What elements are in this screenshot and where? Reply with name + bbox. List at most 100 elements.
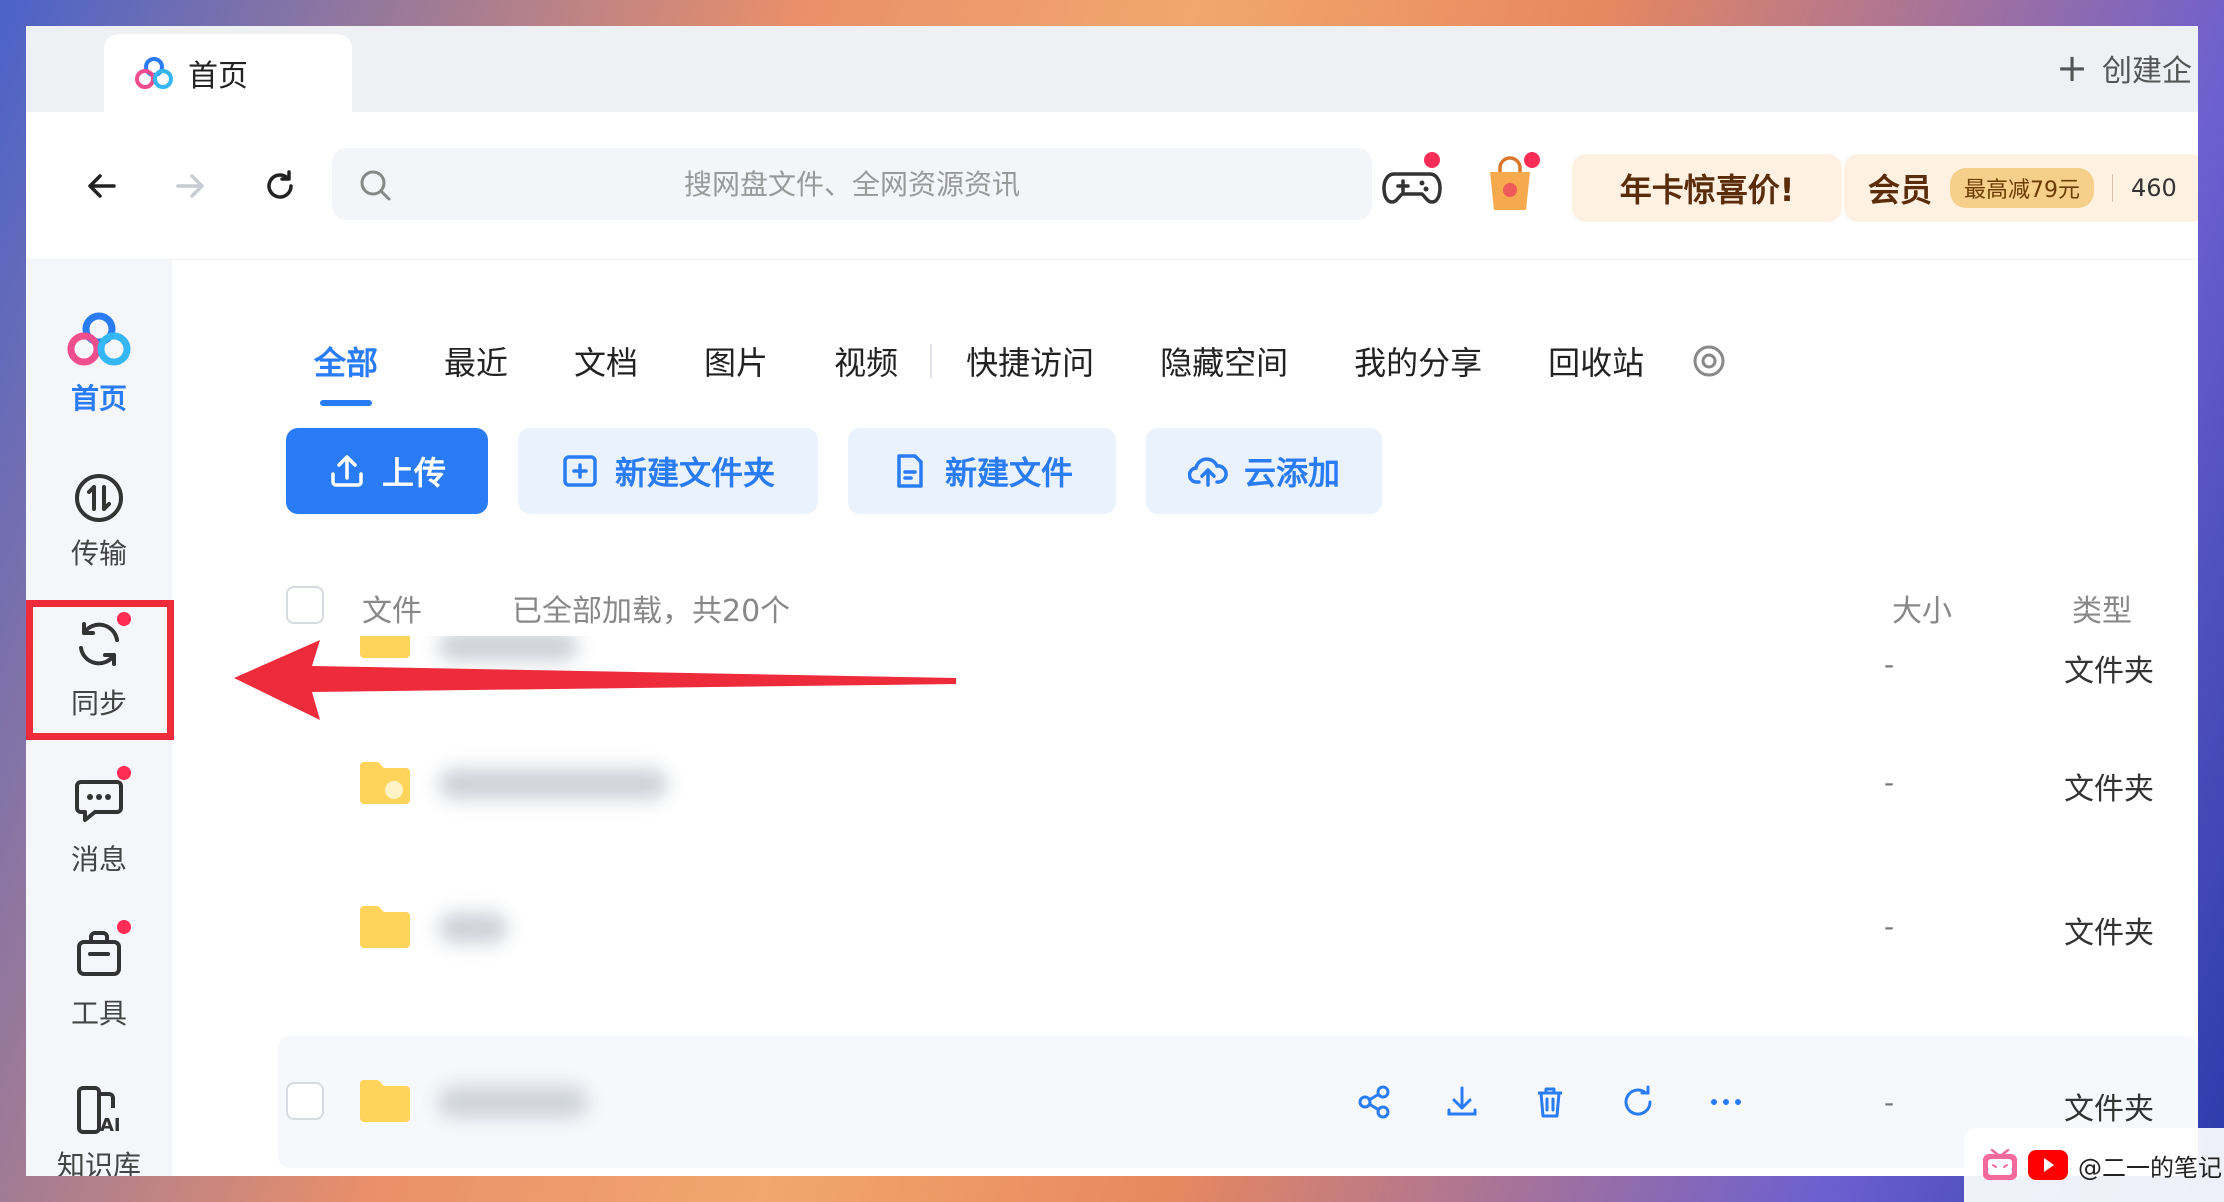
svg-text:AI: AI — [100, 1115, 121, 1136]
folder-icon — [360, 906, 410, 948]
browser-tab-strip: 首页 + 创建企 — [26, 26, 2198, 112]
notification-dot — [1524, 152, 1540, 168]
home-logo-icon — [67, 312, 131, 366]
new-file-icon — [897, 454, 923, 488]
sidebar-item-transfer[interactable]: 传输 — [26, 452, 172, 592]
category-tabs: 全部 最近 文档 图片 视频 快捷访问 隐藏空间 我的分享 回收站 — [314, 338, 1726, 406]
arrow-right-icon — [176, 174, 204, 198]
row-checkbox[interactable] — [286, 1082, 324, 1120]
more-dots-icon — [1711, 1099, 1741, 1105]
search-bar[interactable] — [332, 148, 1372, 220]
cloud-add-label: 云添加 — [1243, 454, 1340, 492]
bilibili-icon — [1983, 1149, 2017, 1180]
create-enterprise-button[interactable]: + 创建企 — [2056, 46, 2198, 90]
file-name-blurred — [438, 768, 668, 800]
annual-card-promo-label: 年卡惊喜价! — [1619, 171, 1795, 209]
header-type[interactable]: 类型 — [2072, 586, 2132, 630]
arrow-left-icon — [88, 174, 116, 198]
share-icon — [1358, 1085, 1390, 1119]
sync-file-button[interactable] — [1612, 1076, 1664, 1128]
browser-tab-label: 首页 — [188, 59, 248, 94]
annual-card-promo[interactable]: 年卡惊喜价! — [1572, 154, 1842, 222]
sidebar-item-tools[interactable]: 工具 — [26, 910, 172, 1050]
share-button[interactable] — [1348, 1076, 1400, 1128]
table-row[interactable]: - 文件夹 — [278, 1036, 2198, 1168]
tab-all[interactable]: 全部 — [314, 338, 378, 406]
browser-tab-home[interactable]: 首页 — [104, 34, 352, 112]
notification-dot — [1424, 152, 1440, 168]
new-folder-label: 新建文件夹 — [614, 454, 775, 492]
sidebar-item-sync[interactable]: 同步 — [26, 600, 172, 740]
gift-bag-button[interactable] — [1478, 152, 1542, 216]
cloud-add-button[interactable]: 云添加 — [1146, 428, 1382, 514]
tab-documents[interactable]: 文档 — [574, 338, 638, 384]
tab-images[interactable]: 图片 — [704, 338, 768, 384]
select-all-checkbox[interactable] — [286, 586, 324, 624]
tab-settings-button[interactable] — [1692, 344, 1726, 378]
file-name-blurred — [438, 1086, 588, 1118]
sidebar-item-label: 传输 — [70, 537, 127, 570]
file-name-blurred — [438, 912, 508, 944]
discount-badge: 最高减79元 — [1950, 168, 2095, 208]
tab-recent[interactable]: 最近 — [444, 338, 508, 384]
sidebar: 首页 传输 同步 消息 工具 AI 知识库 — [26, 260, 172, 1176]
file-size: - — [1884, 766, 1895, 799]
membership-promo[interactable]: 会员 最高减79元 460 — [1844, 154, 2198, 222]
back-button[interactable] — [78, 162, 126, 210]
table-row[interactable]: - 文件夹 — [278, 860, 2198, 992]
refresh-button[interactable] — [256, 162, 304, 210]
file-type: 文件夹 — [2064, 916, 2154, 951]
tab-videos[interactable]: 视频 — [834, 338, 898, 384]
sync-icon — [79, 622, 119, 666]
sidebar-item-label: 同步 — [70, 687, 127, 720]
delete-button[interactable] — [1524, 1076, 1576, 1128]
notification-dot — [117, 766, 131, 780]
file-type: 文件夹 — [2064, 772, 2154, 807]
trash-icon — [1538, 1087, 1562, 1118]
new-folder-button[interactable]: 新建文件夹 — [518, 428, 818, 514]
sidebar-item-messages[interactable]: 消息 — [26, 756, 172, 896]
upload-label: 上传 — [381, 454, 446, 492]
membership-label: 会员 — [1868, 171, 1933, 209]
tab-recycle-bin[interactable]: 回收站 — [1548, 338, 1644, 384]
more-button[interactable] — [1700, 1076, 1752, 1128]
sidebar-item-knowledge-base[interactable]: AI 知识库 — [26, 1064, 172, 1176]
toolbox-icon — [77, 931, 121, 976]
new-file-button[interactable]: 新建文件 — [848, 428, 1116, 514]
sidebar-item-label: 消息 — [70, 843, 127, 876]
forward-button[interactable] — [166, 162, 214, 210]
file-size: - — [1884, 910, 1895, 943]
upload-button[interactable]: 上传 — [286, 428, 488, 514]
download-icon — [1447, 1086, 1477, 1116]
download-button[interactable] — [1436, 1076, 1488, 1128]
sidebar-item-label: 知识库 — [56, 1149, 141, 1176]
folder-icon — [360, 762, 410, 804]
tab-quick-access[interactable]: 快捷访问 — [966, 338, 1094, 384]
message-icon — [75, 780, 123, 822]
plus-icon: + — [2056, 46, 2088, 90]
tab-hidden-space[interactable]: 隐藏空间 — [1160, 338, 1288, 384]
row-action-bar — [1348, 1076, 1752, 1128]
sidebar-item-home[interactable]: 首页 — [26, 294, 172, 434]
notification-dot — [117, 920, 131, 934]
game-button[interactable] — [1380, 152, 1444, 216]
table-row[interactable]: - 文件夹 — [278, 716, 2198, 848]
toolbar: 年卡惊喜价! 会员 最高减79元 460 — [26, 112, 2198, 260]
search-icon — [360, 170, 391, 201]
watermark: @二一的笔记 — [1964, 1128, 2224, 1202]
tab-my-shares[interactable]: 我的分享 — [1354, 338, 1482, 384]
youtube-icon — [2028, 1150, 2068, 1180]
file-type: 文件夹 — [2064, 1092, 2154, 1127]
toolbox-icon-wrap — [73, 920, 131, 984]
file-size: - — [1884, 648, 1895, 681]
file-size: - — [1884, 1086, 1895, 1119]
header-size[interactable]: 大小 — [1892, 586, 1952, 630]
ai-knowledge-icon: AI — [77, 1086, 121, 1136]
search-input[interactable] — [332, 148, 1372, 220]
cloud-upload-icon — [1187, 457, 1228, 487]
new-file-label: 新建文件 — [944, 454, 1073, 492]
watermark-text: @二一的笔记 — [2078, 1153, 2222, 1182]
refresh-icon — [267, 170, 293, 199]
header-file[interactable]: 文件 — [362, 586, 422, 630]
sidebar-item-label: 首页 — [70, 382, 127, 415]
